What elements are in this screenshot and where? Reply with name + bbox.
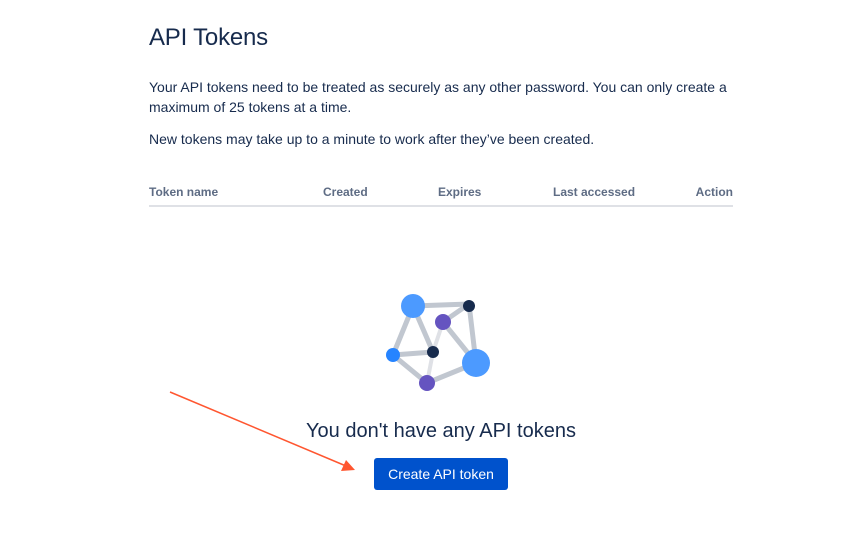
tokens-table-header: Token name Created Expires Last accessed… — [149, 182, 733, 207]
column-header-last-accessed[interactable]: Last accessed — [553, 185, 635, 199]
column-header-created[interactable]: Created — [323, 185, 368, 199]
node-large-blue — [401, 294, 425, 318]
api-tokens-page: API Tokens Your API tokens need to be tr… — [0, 0, 856, 534]
page-title: API Tokens — [149, 24, 268, 51]
column-header-expires[interactable]: Expires — [438, 185, 481, 199]
security-description: Your API tokens need to be treated as se… — [149, 79, 727, 115]
empty-state-title: You don't have any API tokens — [306, 420, 576, 442]
delay-description: New tokens may take up to a minute to wo… — [149, 131, 595, 147]
column-header-action: Action — [695, 185, 733, 199]
network-nodes-illustration — [386, 294, 490, 391]
column-header-token-name[interactable]: Token name — [149, 185, 218, 199]
create-api-token-button[interactable]: Create API token — [374, 458, 508, 490]
annotation-arrow-icon — [169, 391, 355, 471]
